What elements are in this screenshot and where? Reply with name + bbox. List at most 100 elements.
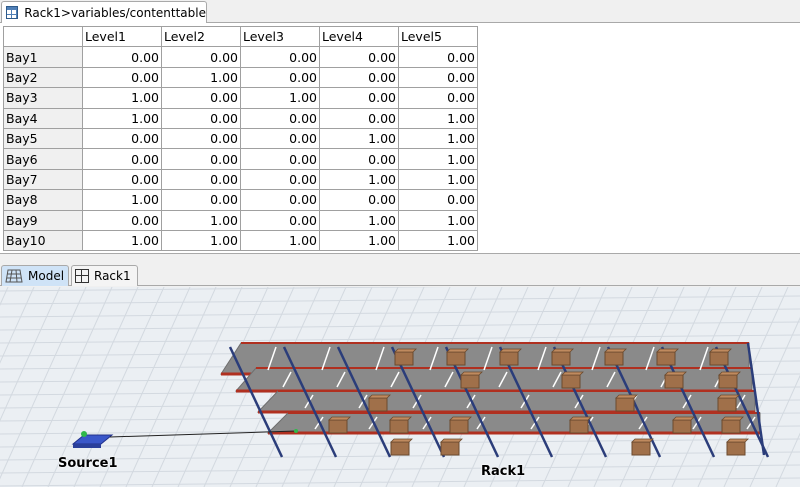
rack-box [551,351,571,366]
table-cell[interactable]: 0.00 [161,189,241,211]
rack-box-top [394,348,417,353]
table-cell[interactable]: 0.00 [82,209,162,231]
table-cell[interactable]: 0.00 [82,127,162,150]
column-header[interactable]: Level3 [240,25,320,48]
column-header[interactable]: Level5 [398,25,478,48]
model-grid-icon [5,269,23,283]
rack-box [449,419,469,434]
table-cell[interactable]: 0.00 [319,107,399,129]
row-header[interactable]: Bay10 [3,229,83,252]
rack-box [718,374,738,389]
table-row: Bay9 0.00 1.00 0.00 1.00 1.00 [3,209,478,231]
rack-box [631,441,651,456]
table-cell[interactable]: 1.00 [82,229,162,252]
row-header[interactable]: Bay2 [3,66,83,89]
table-cell[interactable]: 0.00 [319,148,399,170]
table-cell[interactable]: 0.00 [240,189,320,211]
column-header[interactable]: Level1 [82,25,162,48]
table-cell[interactable]: 0.00 [398,46,478,68]
table-cell[interactable]: 0.00 [240,168,320,191]
rack-box [569,419,589,434]
column-header[interactable]: Level4 [319,25,399,48]
table-cell[interactable]: 0.00 [240,66,320,89]
model-3d-view[interactable]: Source1 Rack1 [0,287,800,487]
table-cell[interactable]: 0.00 [398,66,478,89]
table-cell[interactable]: 1.00 [319,127,399,150]
table-cell[interactable]: 1.00 [319,229,399,252]
row-header[interactable]: Bay7 [3,168,83,191]
table-cell[interactable]: 0.00 [240,148,320,170]
rack-box-top [440,438,463,443]
table-cell[interactable]: 0.00 [161,148,241,170]
table-cell[interactable]: 0.00 [161,168,241,191]
table-cell[interactable]: 0.00 [161,107,241,129]
table-cell[interactable]: 1.00 [82,189,162,211]
table-cell[interactable]: 1.00 [398,229,478,252]
rack-box [717,397,737,412]
table-cell[interactable]: 0.00 [161,87,241,109]
table-row: Bay7 0.00 0.00 0.00 1.00 1.00 [3,168,478,191]
rack-box-top [569,416,592,421]
table-cell[interactable]: 1.00 [398,209,478,231]
rack-box [664,374,684,389]
table-cell[interactable]: 1.00 [398,127,478,150]
table-row: Bay10 1.00 1.00 1.00 1.00 1.00 [3,229,478,252]
row-header[interactable]: Bay3 [3,87,83,109]
row-header[interactable]: Bay8 [3,189,83,211]
tab-model[interactable]: Model [1,265,69,286]
table-cell[interactable]: 1.00 [240,87,320,109]
table-corner-cell[interactable] [3,25,83,48]
table-cell[interactable]: 0.00 [319,66,399,89]
row-header[interactable]: Bay9 [3,209,83,231]
table-icon [6,6,19,19]
table-cell[interactable]: 0.00 [319,189,399,211]
table-cell[interactable]: 1.00 [398,168,478,191]
table-cell[interactable]: 0.00 [82,148,162,170]
rack-box [604,351,624,366]
table-cell[interactable]: 0.00 [319,87,399,109]
tab-contenttable[interactable]: Rack1>variables/contenttable [1,1,207,23]
rack-box-top [709,348,732,353]
row-header[interactable]: Bay1 [3,46,83,68]
tab-rack1[interactable]: Rack1 [71,265,138,286]
rack-box-top [604,348,627,353]
table-cell[interactable]: 1.00 [82,107,162,129]
rack-box-top [449,416,472,421]
tab-rack1-label: Rack1 [94,269,131,283]
rack-box [499,351,519,366]
table-cell[interactable]: 1.00 [161,209,241,231]
rack-box-top [390,438,413,443]
table-cell[interactable]: 0.00 [240,46,320,68]
table-cell[interactable]: 0.00 [161,46,241,68]
rack-box [726,441,746,456]
table-cell[interactable]: 0.00 [82,66,162,89]
table-cell[interactable]: 0.00 [398,87,478,109]
table-row: Bay3 1.00 0.00 1.00 0.00 0.00 [3,87,478,109]
table-cell[interactable]: 1.00 [319,209,399,231]
row-header[interactable]: Bay4 [3,107,83,129]
table-cell[interactable]: 0.00 [240,107,320,129]
table-row: Bay2 0.00 1.00 0.00 0.00 0.00 [3,66,478,89]
rack-box [446,351,466,366]
table-cell[interactable]: 0.00 [240,127,320,150]
table-cell[interactable]: 1.00 [240,229,320,252]
table-cell[interactable]: 1.00 [319,168,399,191]
table-cell[interactable]: 1.00 [398,148,478,170]
table-cell[interactable]: 0.00 [319,46,399,68]
row-header[interactable]: Bay6 [3,148,83,170]
table-cell[interactable]: 0.00 [161,127,241,150]
rack-box-top [672,416,695,421]
rack-box [440,441,460,456]
table-cell[interactable]: 1.00 [82,87,162,109]
table-cell[interactable]: 0.00 [240,209,320,231]
table-cell[interactable]: 1.00 [161,66,241,89]
row-header[interactable]: Bay5 [3,127,83,150]
table-cell[interactable]: 0.00 [82,168,162,191]
table-cell[interactable]: 0.00 [398,189,478,211]
table-cell[interactable]: 1.00 [398,107,478,129]
table-cell[interactable]: 1.00 [161,229,241,252]
source1-port [81,431,87,437]
table-cell[interactable]: 0.00 [82,46,162,68]
model-scene[interactable] [0,287,800,487]
column-header[interactable]: Level2 [161,25,241,48]
